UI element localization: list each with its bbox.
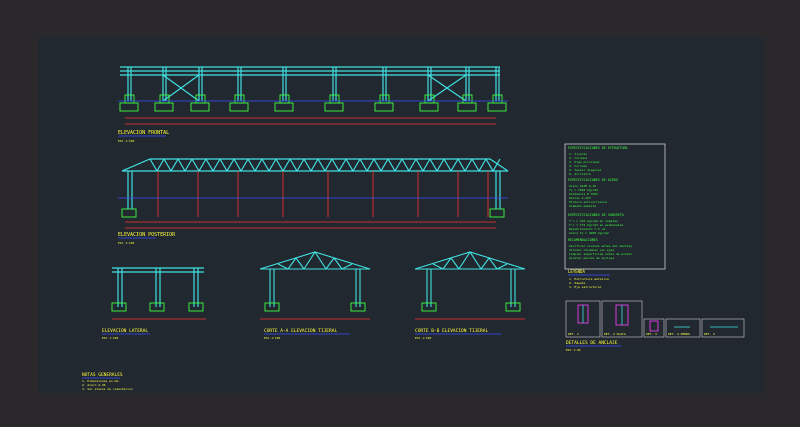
details-strip: DET. 1 DET. 2 PLACA DET. 3 DET. 4 PERNO DET.… [565, 300, 745, 352]
side-elevation: ELEVACION LATERAL ESC 1:100 [102, 267, 206, 340]
detail-label: DET. 4 PERNO [668, 332, 690, 336]
specs-heading-4: RECOMENDACIONES [568, 238, 598, 242]
specs-heading-2: ESPECIFICACIONES DE ACERO [568, 178, 618, 182]
cad-drawing-area[interactable]: ELEVACION FRONTAL ESC 1:100 ELEVACION PO… [38, 37, 765, 393]
section-a-scale: ESC 1:100 [264, 336, 280, 340]
text-line: 3. Ver planos de cimentacion [82, 387, 133, 391]
side-title: ELEVACION LATERAL [102, 328, 148, 334]
specifications-box: ESPECIFICACIONES DE ESTRUCTURA 1. Tijera… [564, 143, 666, 270]
text-line: 3. Eje estructural [569, 285, 602, 289]
section-b-truss: CORTE B-B ELEVACION TIJERAL ESC 1:100 [414, 251, 526, 340]
front-title: ELEVACION FRONTAL [118, 130, 169, 136]
rear-dimension-line [125, 221, 496, 229]
rear-elevation: ELEVACION POSTERIOR ESC 1:100 [118, 158, 509, 245]
detail-label: DET. 2 PLACA [604, 332, 626, 336]
section-b-title: CORTE B-B ELEVACION TIJERAL [415, 328, 488, 334]
details-title: DETALLES DE ANCLAJE [566, 340, 618, 346]
frontal-elevation: ELEVACION FRONTAL ESC 1:100 [118, 66, 508, 218]
rear-scale: ESC 1:100 [118, 241, 134, 245]
section-b-scale: ESC 1:100 [415, 336, 431, 340]
detail-label: DET. 5 [704, 332, 715, 336]
text-line: Acero fy = 4200 kg/cm2 [569, 231, 609, 235]
text-line: Acabado esmalte [569, 204, 596, 208]
detail-label: DET. 3 [646, 332, 657, 336]
drawing-sheet: ELEVACION FRONTAL ESC 1:100 ELEVACION PO… [82, 66, 745, 391]
detail-label: DET. 1 [568, 332, 579, 336]
text-line: 6. Arriostre [569, 172, 591, 176]
legend-title: LEYENDA [568, 269, 585, 274]
rear-title: ELEVACION POSTERIOR [118, 232, 176, 238]
section-a-truss: CORTE A-A ELEVACION TIJERAL ESC 1:100 [259, 251, 371, 340]
text-line: Ajustar pernos de anclaje [569, 256, 614, 260]
section-a-title: CORTE A-A ELEVACION TIJERAL [264, 328, 337, 334]
general-notes: NOTAS GENERALES 1. Dimensiones en mm.2. … [82, 372, 133, 391]
specs-heading-3: ESPECIFICACIONES DE CONCRETO [568, 213, 624, 217]
details-scale: ESC 1:20 [566, 348, 581, 352]
front-dimension-line [125, 117, 496, 125]
legend-block: LEYENDA 1. Estructura metalica2. Zapata3… [568, 269, 610, 289]
side-scale: ESC 1:100 [102, 336, 118, 340]
notes-title: NOTAS GENERALES [82, 372, 123, 378]
specs-heading-1: ESPECIFICACIONES DE ESTRUCTURA [568, 146, 628, 150]
front-scale: ESC 1:100 [118, 139, 134, 143]
